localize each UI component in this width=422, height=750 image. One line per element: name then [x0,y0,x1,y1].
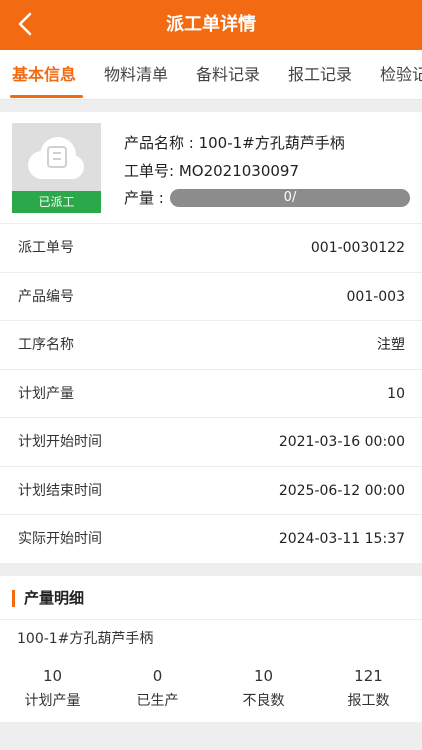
tab-material-list[interactable]: 物料清单 [104,50,168,99]
stat-produced: 0 已生产 [136,667,179,709]
work-order-number: 工单号: MO2021030097 [124,162,300,180]
cloud-image-icon [28,137,84,179]
stat-defects: 10 不良数 [242,667,285,709]
field-planned-output: 计划产量 10 [0,370,422,418]
output-label: 产量 : [124,189,164,207]
section-accent-bar [12,590,15,607]
tab-active-indicator [10,95,83,98]
output-progress-bar: 0/ [170,189,410,207]
field-planned-end: 计划结束时间 2025-06-12 00:00 [0,467,422,515]
top-bar: 派工单详情 [0,0,422,50]
product-summary: 已派工 产品名称 : 100-1#方孔葫芦手柄 工单号: MO202103009… [0,112,422,224]
tab-bar: 基本信息 物料清单 备料记录 报工记录 检验记录 [0,50,422,100]
field-product-code: 产品编号 001-003 [0,273,422,321]
stat-reported: 121 报工数 [347,667,390,709]
tab-inspection[interactable]: 检验记录 [380,50,422,99]
section-title: 产量明细 [24,589,85,607]
basic-info-card: 已派工 产品名称 : 100-1#方孔葫芦手柄 工单号: MO202103009… [0,112,422,564]
stat-planned-output: 10 计划产量 [24,667,81,709]
field-dispatch-number: 派工单号 001-0030122 [0,224,422,273]
tab-material-prep[interactable]: 备料记录 [196,50,260,99]
output-detail-card: 产量明细 100-1#方孔葫芦手柄 10 计划产量 0 已生产 10 不良数 1… [0,576,422,722]
product-name: 产品名称 : 100-1#方孔葫芦手柄 [124,134,345,152]
detail-product-name: 100-1#方孔葫芦手柄 [17,631,154,647]
field-process-name: 工序名称 注塑 [0,321,422,370]
status-badge: 已派工 [12,191,101,213]
product-image: 已派工 [12,123,101,213]
tab-basic-info[interactable]: 基本信息 [12,50,76,99]
page-title: 派工单详情 [166,14,256,35]
tab-work-report[interactable]: 报工记录 [288,50,352,99]
output-detail-header: 产量明细 [0,576,422,620]
field-actual-start: 实际开始时间 2024-03-11 15:37 [0,515,422,564]
field-planned-start: 计划开始时间 2021-03-16 00:00 [0,418,422,467]
